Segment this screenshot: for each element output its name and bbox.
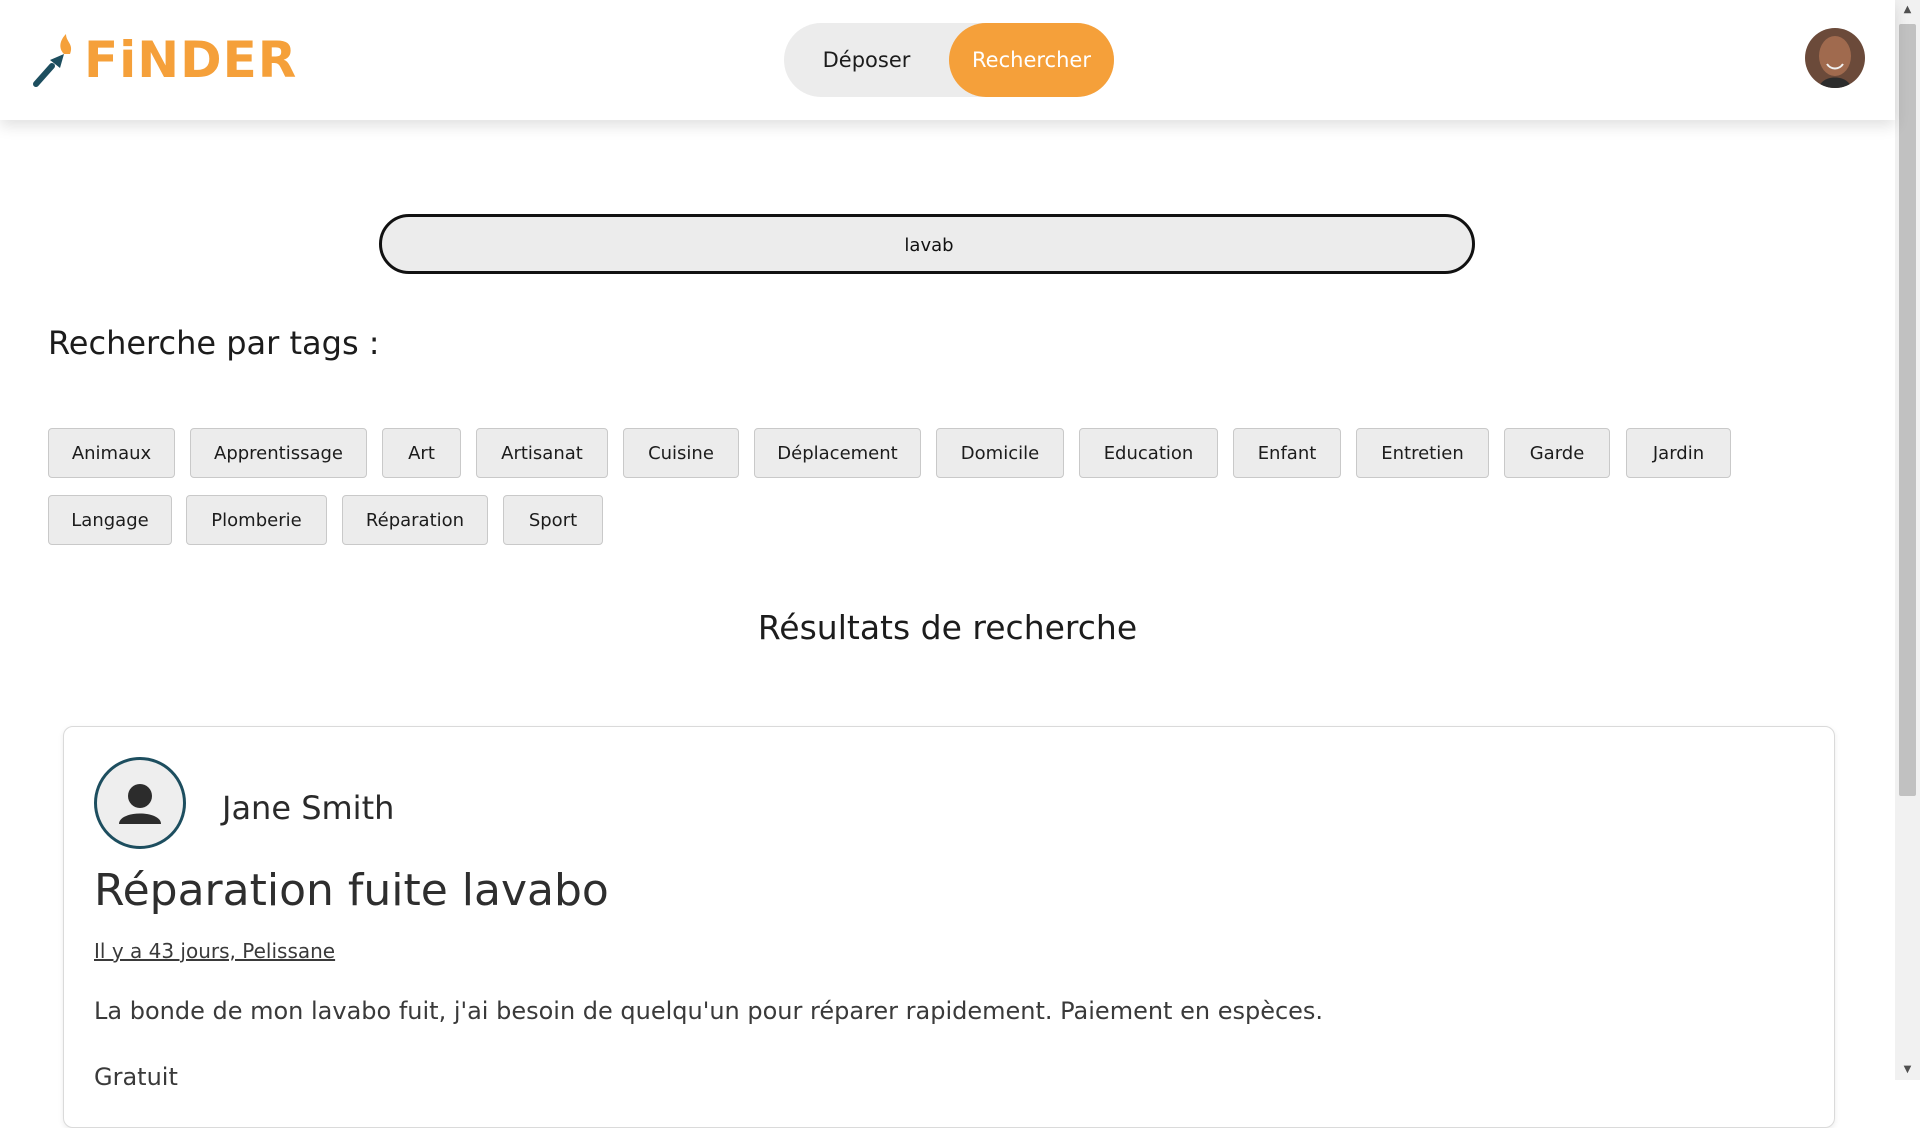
tag-reparation[interactable]: Réparation: [342, 495, 488, 545]
search-bar: [379, 214, 1476, 274]
tags-section-title: Recherche par tags :: [48, 324, 380, 362]
tag-education[interactable]: Education: [1079, 428, 1218, 478]
scroll-up-arrow-icon[interactable]: ▲: [1895, 0, 1920, 20]
magnifier-torch-icon: [33, 34, 72, 87]
tag-enfant[interactable]: Enfant: [1233, 428, 1341, 478]
finder-logo[interactable]: FiNDER: [30, 30, 297, 90]
tag-deplacement[interactable]: Déplacement: [754, 428, 921, 478]
poster-name[interactable]: Jane Smith: [222, 789, 394, 827]
tag-art[interactable]: Art: [382, 428, 461, 478]
tag-cuisine[interactable]: Cuisine: [623, 428, 739, 478]
profile-photo-icon: [1805, 28, 1865, 88]
tag-artisanat[interactable]: Artisanat: [476, 428, 608, 478]
tag-plomberie[interactable]: Plomberie: [186, 495, 327, 545]
tag-sport[interactable]: Sport: [503, 495, 603, 545]
scroll-down-arrow-icon[interactable]: ▼: [1895, 1060, 1920, 1080]
mode-toggle: Déposer Rechercher: [784, 23, 1114, 97]
listing-price: Gratuit: [94, 1063, 178, 1091]
rechercher-button[interactable]: Rechercher: [949, 23, 1114, 97]
listing-title[interactable]: Réparation fuite lavabo: [94, 865, 609, 916]
results-title: Résultats de recherche: [757, 608, 1138, 647]
tag-domicile[interactable]: Domicile: [936, 428, 1064, 478]
tag-langage[interactable]: Langage: [48, 495, 172, 545]
tag-garde[interactable]: Garde: [1504, 428, 1610, 478]
listing-date-location[interactable]: Il y a 43 jours, Pelissane: [94, 939, 335, 963]
tag-jardin[interactable]: Jardin: [1626, 428, 1731, 478]
deposer-button[interactable]: Déposer: [784, 23, 949, 97]
user-avatar[interactable]: [1805, 28, 1865, 88]
tag-entretien[interactable]: Entretien: [1356, 428, 1489, 478]
top-navbar: FiNDER Déposer Rechercher: [0, 0, 1895, 120]
result-card[interactable]: Jane Smith Réparation fuite lavabo Il y …: [63, 726, 1835, 1128]
tag-animaux[interactable]: Animaux: [48, 428, 175, 478]
page-scrollbar[interactable]: ▲ ▼: [1895, 0, 1920, 1080]
tag-apprentissage[interactable]: Apprentissage: [190, 428, 367, 478]
poster-avatar: [94, 757, 186, 849]
listing-description: La bonde de mon lavabo fuit, j'ai besoin…: [94, 997, 1324, 1025]
user-silhouette-icon: [119, 784, 161, 824]
search-input[interactable]: [382, 217, 1476, 273]
brand-name: FiNDER: [84, 31, 298, 89]
scrollbar-thumb[interactable]: [1899, 24, 1916, 796]
